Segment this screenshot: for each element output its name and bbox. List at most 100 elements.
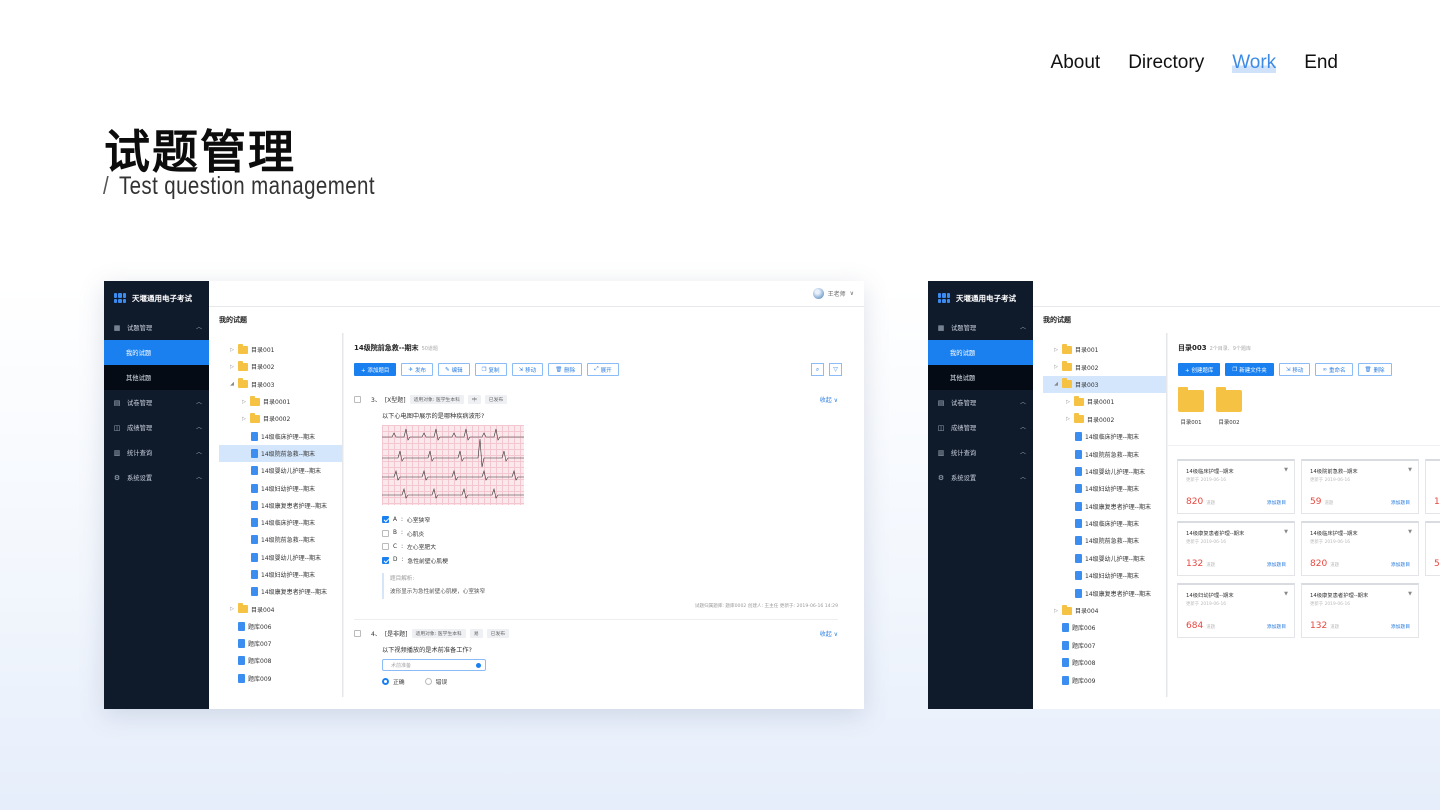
menu-my-questions[interactable]: 我的试题 xyxy=(104,340,209,365)
move-button[interactable]: ⇲ 移动 xyxy=(1278,363,1311,376)
tree-node[interactable]: ▷ 目录0001 xyxy=(1043,393,1166,410)
option-checkbox[interactable] xyxy=(382,543,389,551)
option-d[interactable]: D: 急性前壁心肌梗 xyxy=(382,554,838,568)
collapse-link[interactable]: 收起 ∨ xyxy=(820,629,838,638)
search-icon[interactable]: ⌕ xyxy=(811,363,824,376)
filter-icon[interactable]: ▽ xyxy=(829,363,842,376)
option-c[interactable]: C: 左心室肥大 xyxy=(382,540,838,554)
tree-node[interactable]: 14级妇幼护理--期末 xyxy=(1043,567,1166,584)
collapse-link[interactable]: 收起 ∨ xyxy=(820,395,838,404)
add-question-link[interactable]: 添加题目 xyxy=(1391,623,1410,630)
bank-card-partial[interactable]: 59 xyxy=(1425,521,1440,576)
tree-node[interactable]: 题库008 xyxy=(219,652,342,669)
option-checkbox[interactable] xyxy=(382,529,389,537)
tree-node-selected[interactable]: 14级院前急救--期末 xyxy=(219,444,342,463)
publish-button[interactable]: ✈ 发布 xyxy=(401,363,433,376)
radio-true[interactable] xyxy=(382,678,389,685)
avatar[interactable] xyxy=(812,288,824,299)
tree-node[interactable]: 题库007 xyxy=(1043,637,1166,654)
tree-node[interactable]: 14级康复患者护理--期末 xyxy=(1043,498,1166,515)
tree-node[interactable]: 14级妇幼护理--期末 xyxy=(1043,480,1166,497)
tree-node[interactable]: 14级康复患者护理--期末 xyxy=(219,497,342,514)
nav-directory[interactable]: Directory xyxy=(1128,52,1204,74)
move-button[interactable]: ⇲ 移动 xyxy=(511,363,544,376)
tree-node[interactable]: ◢ 目录003 xyxy=(219,376,342,393)
tree-node[interactable]: 14级婴幼儿护理--期末 xyxy=(219,462,342,479)
menu-scores[interactable]: ◫ 成绩管理 ︿ xyxy=(928,415,1033,440)
caret-down-icon[interactable]: ▼ xyxy=(1284,467,1288,473)
tree-node[interactable]: 14级婴幼儿护理--期末 xyxy=(219,549,342,566)
tree-node[interactable]: 14级临床护理--期末 xyxy=(219,514,342,531)
menu-my-questions[interactable]: 我的试题 xyxy=(928,340,1033,365)
nav-end[interactable]: End xyxy=(1304,52,1338,74)
tree-node[interactable]: ▷ 目录0001 xyxy=(219,393,342,410)
tree-node[interactable]: 题库006 xyxy=(1043,619,1166,636)
menu-other-questions[interactable]: 其他试题 xyxy=(928,365,1033,390)
user-name[interactable]: 王老师 xyxy=(828,289,846,298)
tree-node[interactable]: 14级院前急救--期末 xyxy=(1043,445,1166,462)
caret-down-icon[interactable]: ▼ xyxy=(1408,467,1412,473)
tree-node[interactable]: 题库007 xyxy=(219,635,342,652)
caret-down-icon[interactable]: ▼ xyxy=(1408,591,1412,597)
tree-node-selected[interactable]: ◢ 目录003 xyxy=(1043,375,1166,394)
bank-card[interactable]: 14级院前急救--期末 更新于 2019-06-16 ▼ 59 道题 添加题目 xyxy=(1301,459,1419,514)
tree-node[interactable]: 题库009 xyxy=(219,670,342,687)
tree-node[interactable]: 14级婴幼儿护理--期末 xyxy=(1043,550,1166,567)
menu-settings[interactable]: ⚙ 系统设置 ︿ xyxy=(928,465,1033,490)
add-question-button[interactable]: + 添加题目 xyxy=(354,363,397,376)
nav-about[interactable]: About xyxy=(1051,52,1101,74)
question-checkbox[interactable] xyxy=(354,396,361,403)
option-a[interactable]: A: 心室狭窄 xyxy=(382,513,838,527)
option-false[interactable]: 错误 xyxy=(424,677,447,686)
question-checkbox[interactable] xyxy=(354,630,361,637)
tree-node[interactable]: 题库006 xyxy=(219,618,342,635)
add-question-link[interactable]: 添加题目 xyxy=(1267,561,1286,568)
caret-down-icon[interactable]: ▼ xyxy=(1284,591,1288,597)
option-true[interactable]: 正确 xyxy=(382,677,405,686)
folder-item[interactable]: 目录002 xyxy=(1216,387,1242,426)
menu-exam-questions[interactable]: ▦ 试题管理 ︿ xyxy=(928,315,1033,340)
copy-button[interactable]: ❐ 复制 xyxy=(474,363,507,376)
radio-false[interactable] xyxy=(424,678,432,685)
option-checkbox[interactable] xyxy=(382,516,389,524)
caret-down-icon[interactable]: ▼ xyxy=(1284,529,1288,535)
nav-work[interactable]: Work xyxy=(1232,52,1277,74)
add-question-link[interactable]: 添加题目 xyxy=(1391,499,1410,506)
tree-node[interactable]: 14级康复患者护理--期末 xyxy=(219,583,342,600)
video-attachment[interactable]: 术前准备 xyxy=(382,659,486,671)
tree-node[interactable]: 题库009 xyxy=(1043,671,1166,688)
tree-node[interactable]: ▷ 目录002 xyxy=(219,358,342,375)
menu-stats[interactable]: ▥ 统计查询 ︿ xyxy=(104,440,209,465)
bank-card[interactable]: 14级妇幼护理--期末 更新于 2019-06-16 ▼ 684 道题 添加题目 xyxy=(1177,583,1295,638)
tree-node[interactable]: ▷ 目录0002 xyxy=(219,410,342,427)
tree-node[interactable]: 14级妇幼护理--期末 xyxy=(219,566,342,583)
tree-node[interactable]: 14级院前急救--期末 xyxy=(219,531,342,548)
tree-node[interactable]: 14级妇幼护理--期末 xyxy=(219,479,342,496)
tree-node[interactable]: 题库008 xyxy=(1043,654,1166,671)
new-folder-button[interactable]: ❐ 新建文件夹 xyxy=(1225,363,1274,376)
tree-node[interactable]: ▷ 目录004 xyxy=(219,600,342,617)
menu-scores[interactable]: ◫ 成绩管理 ︿ xyxy=(104,415,209,440)
delete-button[interactable]: 🗑︎ 删除 xyxy=(548,363,583,376)
bank-card[interactable]: 14级临床护理--期末 更新于 2019-06-16 ▼ 820 道题 添加题目 xyxy=(1301,521,1419,576)
menu-stats[interactable]: ▥ 统计查询 ︿ xyxy=(928,440,1033,465)
menu-papers[interactable]: ▤ 试卷管理 ︿ xyxy=(104,390,209,415)
tree-node[interactable]: ▷ 目录001 xyxy=(1043,341,1166,358)
menu-settings[interactable]: ⚙ 系统设置 ︿ xyxy=(104,465,209,490)
tree-node[interactable]: ▷ 目录001 xyxy=(219,341,342,358)
menu-papers[interactable]: ▤ 试卷管理 ︿ xyxy=(928,390,1033,415)
add-question-link[interactable]: 添加题目 xyxy=(1267,499,1286,506)
option-b[interactable]: B: 心肌炎 xyxy=(382,527,838,541)
edit-button[interactable]: ✎ 编辑 xyxy=(437,363,470,376)
folder-item[interactable]: 目录001 xyxy=(1178,387,1204,426)
tree-node[interactable]: ▷ 目录002 xyxy=(1043,358,1166,375)
rename-button[interactable]: ∞ 重命名 xyxy=(1315,363,1353,376)
option-checkbox[interactable] xyxy=(382,556,389,564)
menu-other-questions[interactable]: 其他试题 xyxy=(104,365,209,390)
bank-card[interactable]: 14级康复患者护理--期末 更新于 2019-06-16 ▼ 132 道题 添加题目 xyxy=(1301,583,1419,638)
add-question-link[interactable]: 添加题目 xyxy=(1267,623,1286,630)
expand-button[interactable]: ⤢ 展开 xyxy=(587,363,619,376)
create-bank-button[interactable]: + 创建题库 xyxy=(1178,363,1221,376)
delete-button[interactable]: 🗑︎ 删除 xyxy=(1357,363,1392,376)
tree-node[interactable]: 14级临床护理--期末 xyxy=(1043,428,1166,445)
